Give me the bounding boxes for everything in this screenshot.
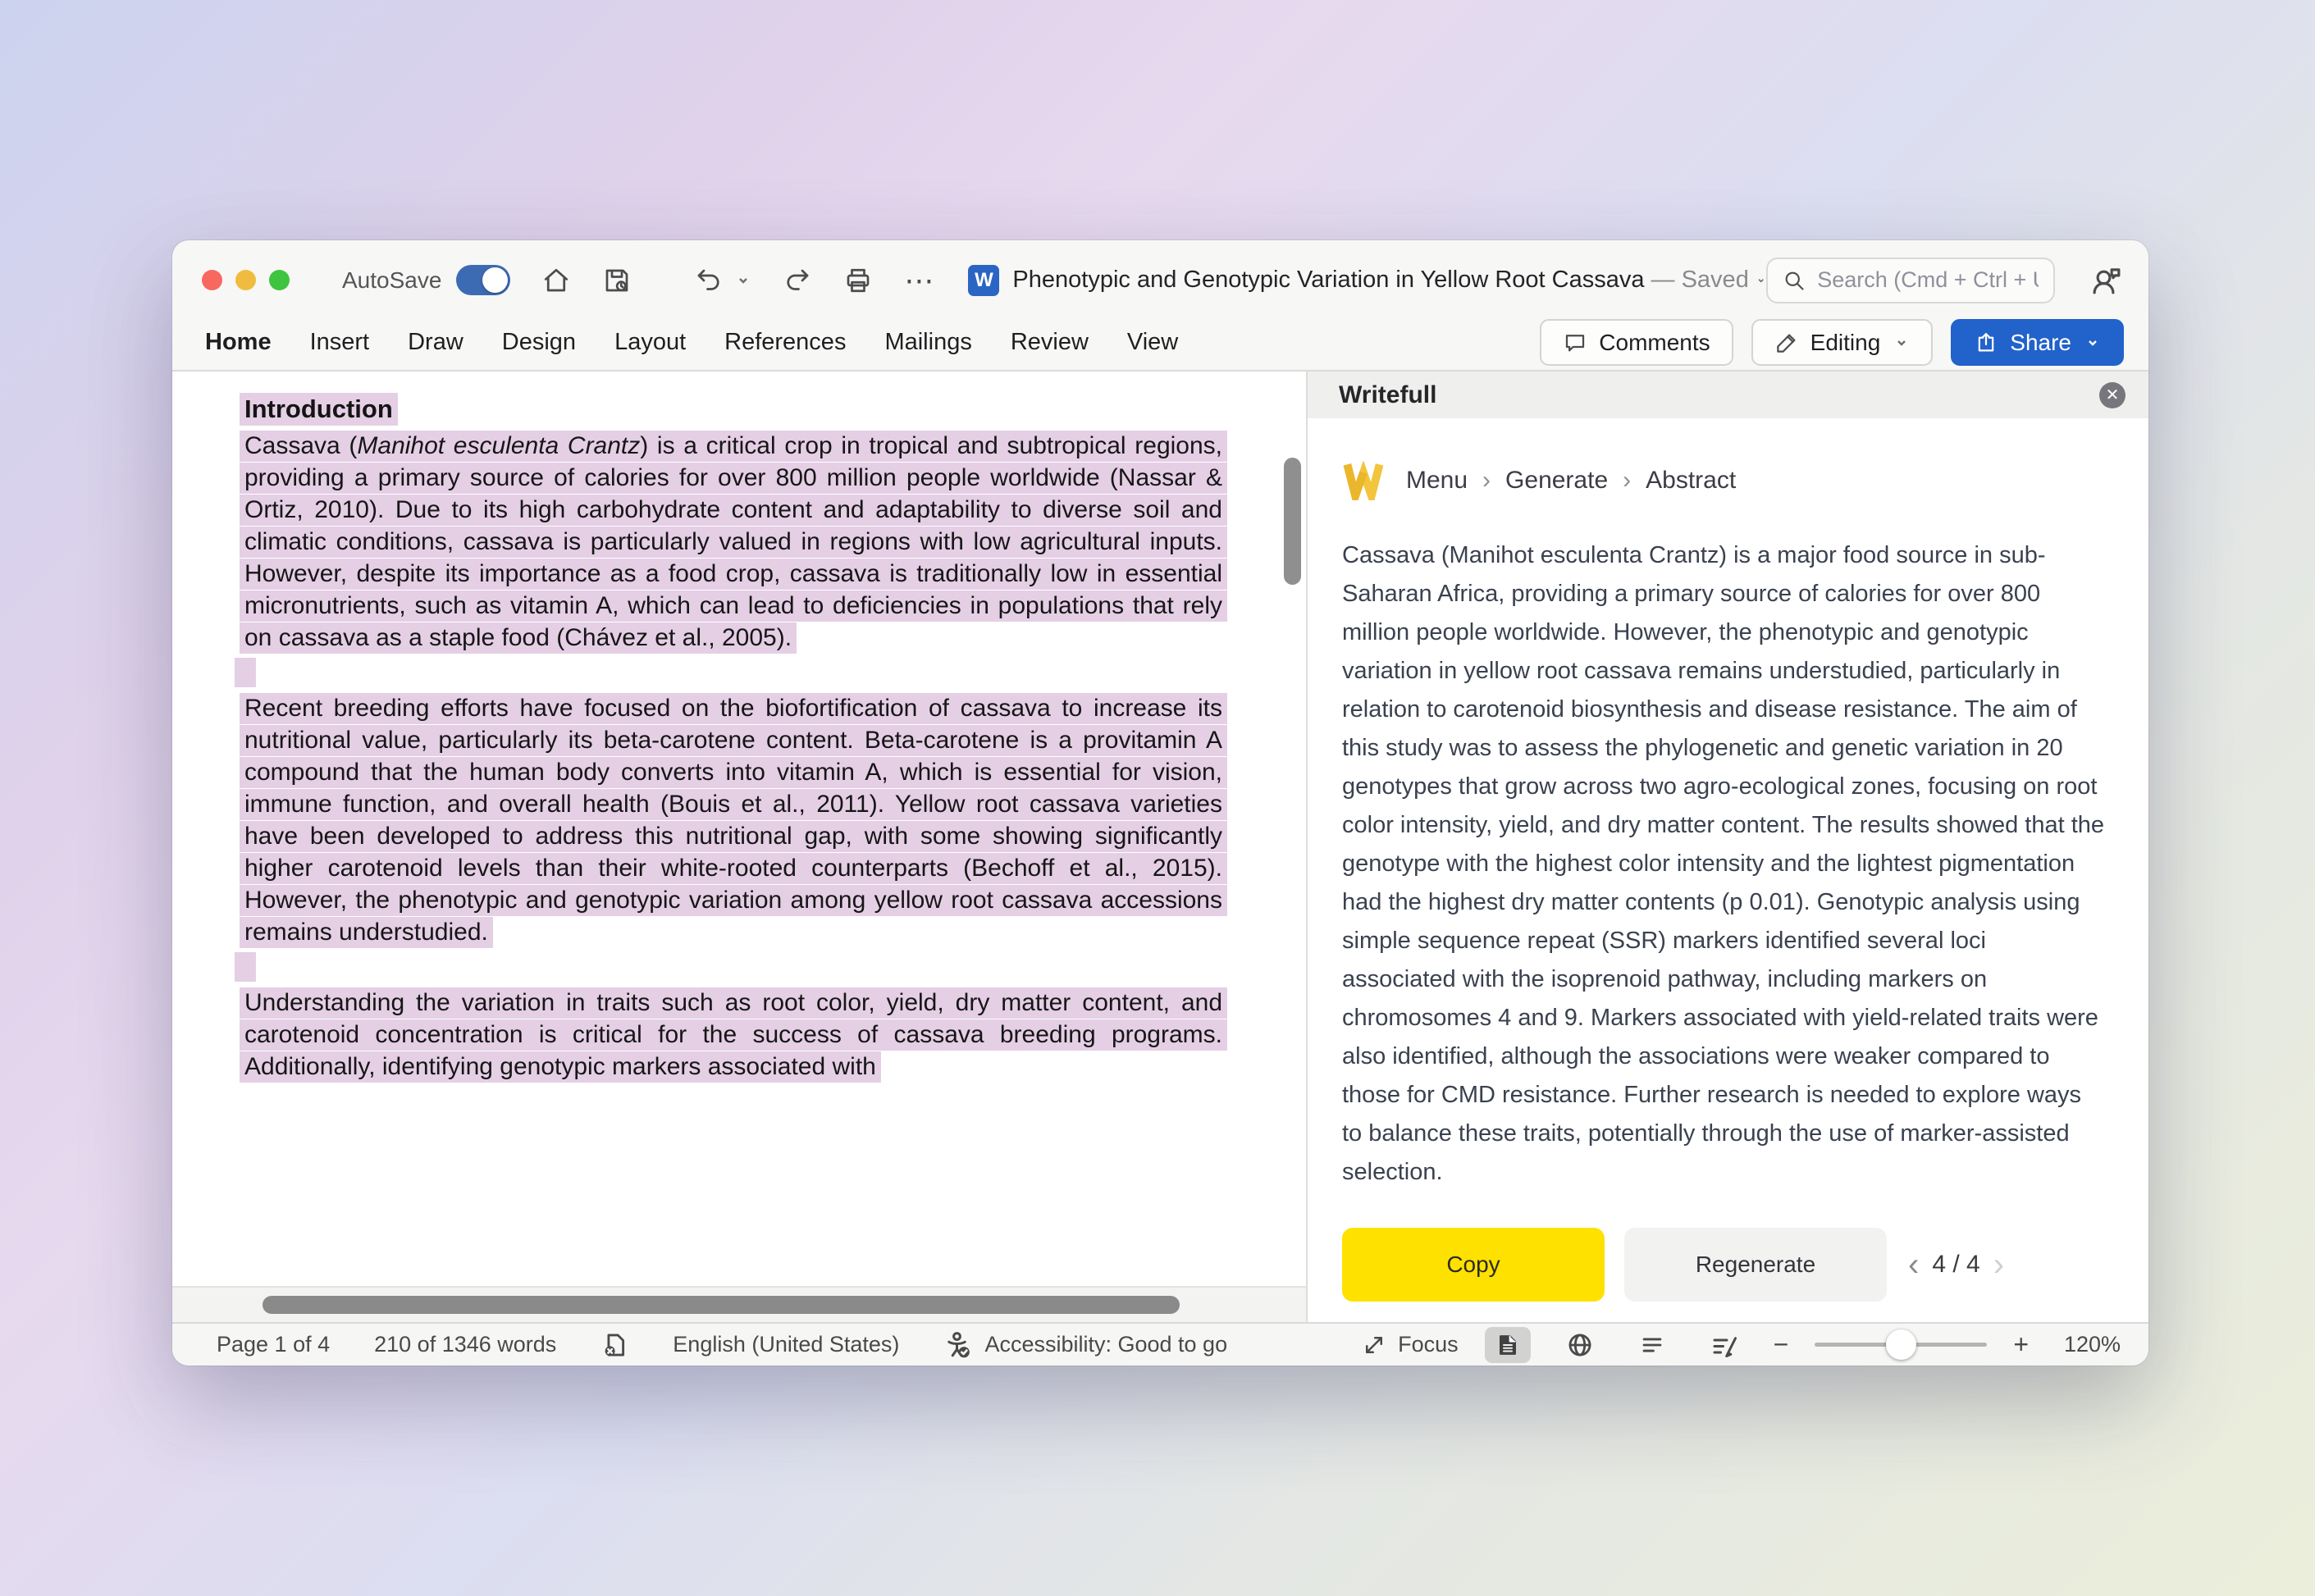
share-chevron-down-icon [2084, 335, 2101, 351]
traffic-lights [202, 270, 290, 290]
regenerate-button[interactable]: Regenerate [1624, 1228, 1887, 1302]
breadcrumb-generate[interactable]: Generate [1505, 467, 1608, 495]
status-bar: Page 1 of 4 210 of 1346 words English (U… [172, 1322, 2148, 1366]
search-input[interactable] [1817, 267, 2039, 293]
autosave-label: AutoSave [342, 267, 441, 294]
tab-references[interactable]: References [724, 329, 846, 356]
editing-label: Editing [1810, 330, 1881, 356]
zoom-level[interactable]: 120% [2055, 1332, 2121, 1357]
print-layout-view-button[interactable] [1485, 1327, 1531, 1363]
tab-mailings[interactable]: Mailings [884, 329, 971, 356]
horizontal-scrollbar[interactable] [263, 1296, 1180, 1314]
focus-mode-button[interactable]: Focus [1362, 1332, 1459, 1357]
copy-button[interactable]: Copy [1342, 1228, 1605, 1302]
document-canvas[interactable]: Introduction Cassava (Manihot esculenta … [172, 372, 1308, 1322]
more-icon[interactable]: ⋯ [904, 266, 935, 295]
web-layout-view-button[interactable] [1557, 1327, 1603, 1363]
close-panel-icon[interactable]: ✕ [2099, 382, 2126, 408]
redo-icon[interactable] [783, 266, 812, 295]
doc-heading: Introduction [240, 393, 1227, 425]
editing-chevron-down-icon [1893, 335, 1910, 351]
breadcrumb: Menu › Generate › Abstract [1406, 467, 1736, 495]
word-doc-icon: W [968, 265, 999, 296]
document-page[interactable]: Introduction Cassava (Manihot esculenta … [172, 372, 1306, 1286]
breadcrumb-abstract[interactable]: Abstract [1646, 467, 1736, 495]
autosave-toggle[interactable] [456, 265, 510, 295]
undo-icon[interactable] [694, 266, 724, 295]
pager-next-icon[interactable]: › [1993, 1247, 2004, 1284]
result-pager: ‹ 4 / 4 › [1908, 1247, 2004, 1284]
proofing-status-icon[interactable] [600, 1331, 628, 1359]
breadcrumb-menu[interactable]: Menu [1406, 467, 1468, 495]
ribbon-tab-bar: Home Insert Draw Design Layout Reference… [172, 320, 2148, 372]
document-title: Phenotypic and Genotypic Variation in Ye… [1012, 267, 1748, 294]
selection-paragraph-mark [235, 658, 256, 687]
selection-paragraph-mark [235, 952, 256, 982]
zoom-window-button[interactable] [269, 270, 290, 290]
page-indicator[interactable]: Page 1 of 4 [217, 1332, 330, 1357]
comment-icon [1563, 331, 1587, 355]
title-chevron-down-icon[interactable] [1756, 272, 1766, 289]
saved-status: — Saved [1651, 267, 1749, 293]
editing-mode-button[interactable]: Editing [1751, 319, 1934, 366]
word-count[interactable]: 210 of 1346 words [374, 1332, 556, 1357]
language-indicator[interactable]: English (United States) [673, 1332, 899, 1357]
vertical-scrollbar[interactable] [1284, 458, 1301, 585]
comments-label: Comments [1599, 330, 1710, 356]
share-button[interactable]: Share [1951, 319, 2124, 366]
draft-view-button[interactable] [1701, 1327, 1747, 1363]
tab-design[interactable]: Design [502, 329, 576, 356]
horizontal-scrollbar-track [172, 1286, 1306, 1322]
tab-layout[interactable]: Layout [614, 329, 686, 356]
close-window-button[interactable] [202, 270, 222, 290]
generated-abstract-text: Cassava (Manihot esculenta Crantz) is a … [1342, 536, 2105, 1192]
pager-prev-icon[interactable]: ‹ [1908, 1247, 1919, 1284]
share-icon [1974, 331, 1998, 355]
tab-review[interactable]: Review [1011, 329, 1089, 356]
pencil-icon [1774, 331, 1799, 355]
title-bar: AutoSave ⋯ W Phenotypic and Genotypic Va… [172, 240, 2148, 320]
zoom-slider[interactable] [1815, 1343, 1987, 1347]
accessibility-label: Accessibility: Good to go [984, 1332, 1227, 1357]
focus-label: Focus [1398, 1332, 1459, 1357]
search-icon [1783, 269, 1806, 292]
undo-chevron-icon[interactable] [735, 272, 751, 289]
writefull-panel: Writefull ✕ Menu › Generate › Abstract [1308, 372, 2148, 1322]
accessibility-status[interactable]: Accessibility: Good to go [943, 1330, 1227, 1360]
presence-contact-icon[interactable] [2089, 263, 2124, 298]
tab-view[interactable]: View [1127, 329, 1178, 356]
doc-paragraph-1: Cassava (Manihot esculenta Crantz) is a … [240, 430, 1227, 654]
tab-insert[interactable]: Insert [310, 329, 370, 356]
tab-home[interactable]: Home [205, 329, 272, 356]
search-box[interactable] [1766, 258, 2055, 303]
word-window: AutoSave ⋯ W Phenotypic and Genotypic Va… [172, 240, 2148, 1366]
doc-paragraph-2: Recent breeding efforts have focused on … [240, 692, 1227, 948]
outline-view-button[interactable] [1629, 1327, 1675, 1363]
toggle-knob [482, 267, 508, 293]
minimize-window-button[interactable] [235, 270, 256, 290]
share-label: Share [2010, 330, 2071, 356]
home-icon[interactable] [541, 266, 571, 295]
panel-header: Writefull ✕ [1308, 372, 2148, 418]
breadcrumb-separator: › [1482, 467, 1491, 495]
zoom-out-button[interactable]: − [1774, 1329, 1789, 1360]
pager-count: 4 / 4 [1932, 1251, 1979, 1279]
writefull-logo-icon [1342, 461, 1385, 500]
tab-draw[interactable]: Draw [408, 329, 463, 356]
panel-title: Writefull [1339, 381, 1436, 409]
breadcrumb-separator: › [1623, 467, 1631, 495]
doc-paragraph-3: Understanding the variation in traits su… [240, 987, 1227, 1083]
save-icon[interactable] [602, 266, 632, 295]
zoom-slider-thumb[interactable] [1886, 1329, 1916, 1360]
zoom-in-button[interactable]: + [2013, 1329, 2029, 1360]
comments-button[interactable]: Comments [1540, 319, 1733, 366]
print-icon[interactable] [843, 266, 873, 295]
